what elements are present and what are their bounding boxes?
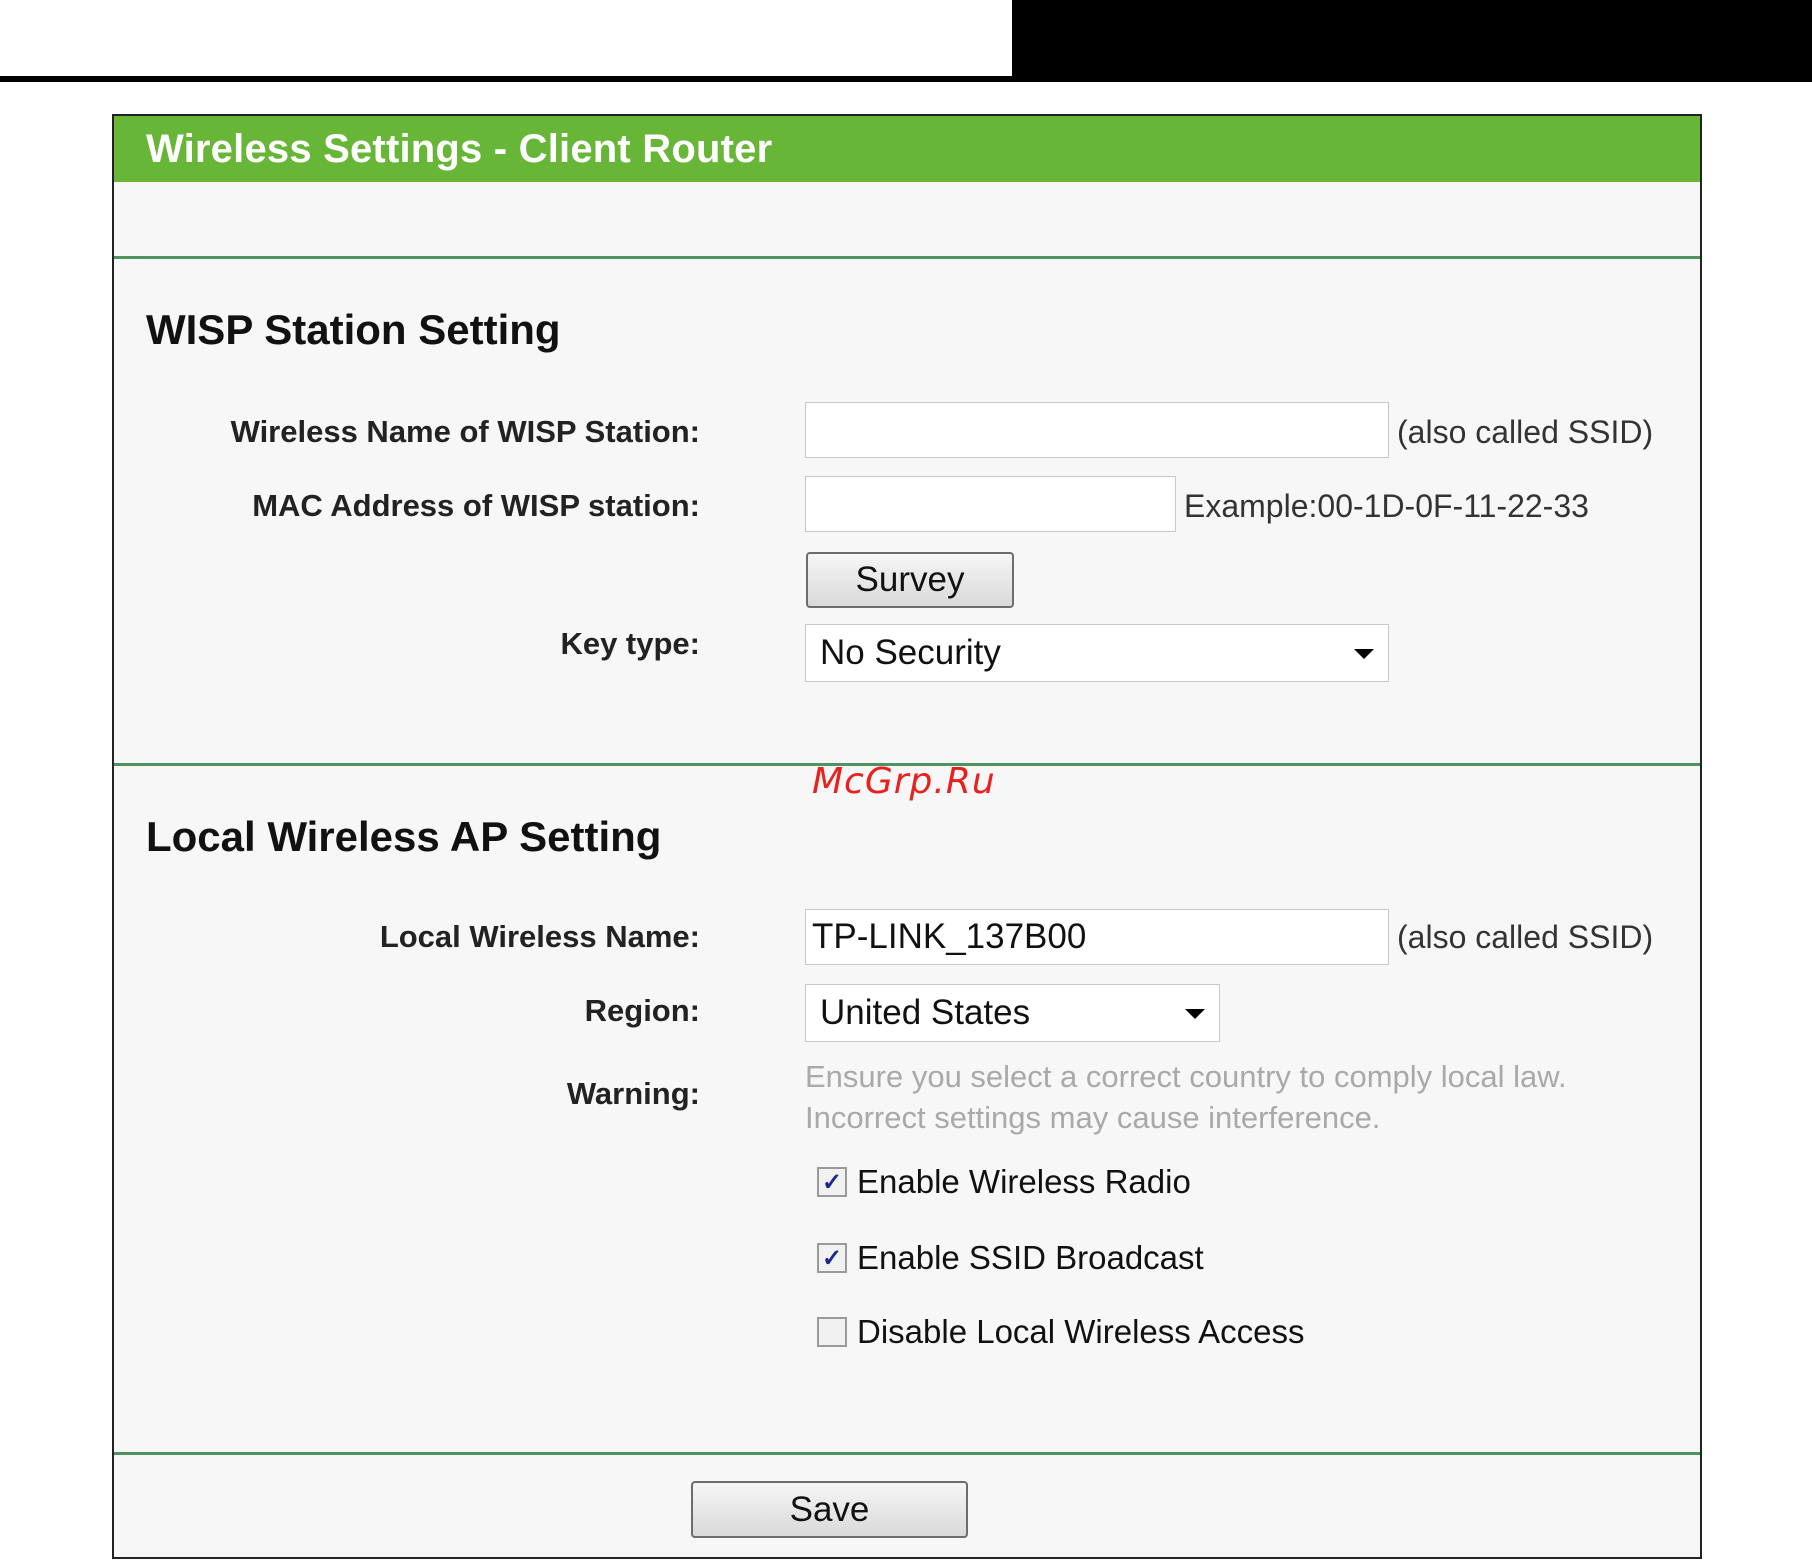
wisp-wireless-name-label: Wireless Name of WISP Station: <box>230 414 700 449</box>
wisp-mac-input[interactable] <box>805 476 1176 532</box>
enable-ssid-broadcast-label: Enable SSID Broadcast <box>857 1239 1204 1276</box>
disable-local-wireless-access-option[interactable]: Disable Local Wireless Access <box>817 1313 1305 1351</box>
top-black-bar <box>1012 0 1812 76</box>
save-button[interactable]: Save <box>691 1481 968 1538</box>
wisp-mac-label: MAC Address of WISP station: <box>252 488 700 523</box>
local-wireless-name-input[interactable] <box>805 909 1389 965</box>
local-section-title: Local Wireless AP Setting <box>146 813 662 860</box>
disable-local-wireless-access-checkbox[interactable] <box>817 1317 847 1347</box>
disable-local-wireless-access-label: Disable Local Wireless Access <box>857 1313 1305 1350</box>
region-select[interactable]: United States <box>805 984 1220 1042</box>
enable-wireless-radio-option[interactable]: ✓ Enable Wireless Radio <box>817 1163 1191 1201</box>
key-type-label: Key type: <box>560 626 700 661</box>
warning-text: Ensure you select a correct country to c… <box>805 1056 1567 1138</box>
local-ssid-hint: (also called SSID) <box>1397 919 1654 955</box>
page-title: Wireless Settings - Client Router <box>146 126 773 171</box>
section-divider <box>114 1452 1700 1455</box>
enable-wireless-radio-label: Enable Wireless Radio <box>857 1163 1191 1200</box>
survey-button[interactable]: Survey <box>806 552 1014 608</box>
warning-line-1: Ensure you select a correct country to c… <box>805 1059 1567 1094</box>
key-type-value: No Security <box>820 633 1001 672</box>
enable-wireless-radio-checkbox[interactable]: ✓ <box>817 1167 847 1197</box>
enable-ssid-broadcast-checkbox[interactable]: ✓ <box>817 1243 847 1273</box>
settings-panel: Wireless Settings - Client Router WISP S… <box>112 114 1702 1559</box>
enable-ssid-broadcast-option[interactable]: ✓ Enable SSID Broadcast <box>817 1239 1204 1277</box>
local-wireless-name-label: Local Wireless Name: <box>379 919 700 954</box>
region-value: United States <box>820 993 1031 1032</box>
wisp-section-title: WISP Station Setting <box>146 306 561 353</box>
wisp-mac-hint: Example:00-1D-0F-11-22-33 <box>1184 488 1589 524</box>
title-bar: Wireless Settings - Client Router <box>114 116 1700 182</box>
watermark: McGrp.Ru <box>812 761 996 802</box>
region-label: Region: <box>584 993 700 1028</box>
wisp-wireless-name-input[interactable] <box>805 402 1389 458</box>
warning-label: Warning: <box>566 1076 700 1111</box>
section-divider <box>114 256 1700 259</box>
chevron-down-icon <box>1185 1009 1205 1019</box>
chevron-down-icon <box>1354 649 1374 659</box>
warning-line-2: Incorrect settings may cause interferenc… <box>805 1100 1381 1135</box>
wisp-ssid-hint: (also called SSID) <box>1397 414 1654 450</box>
key-type-select[interactable]: No Security <box>805 624 1389 682</box>
top-rule <box>0 76 1812 82</box>
